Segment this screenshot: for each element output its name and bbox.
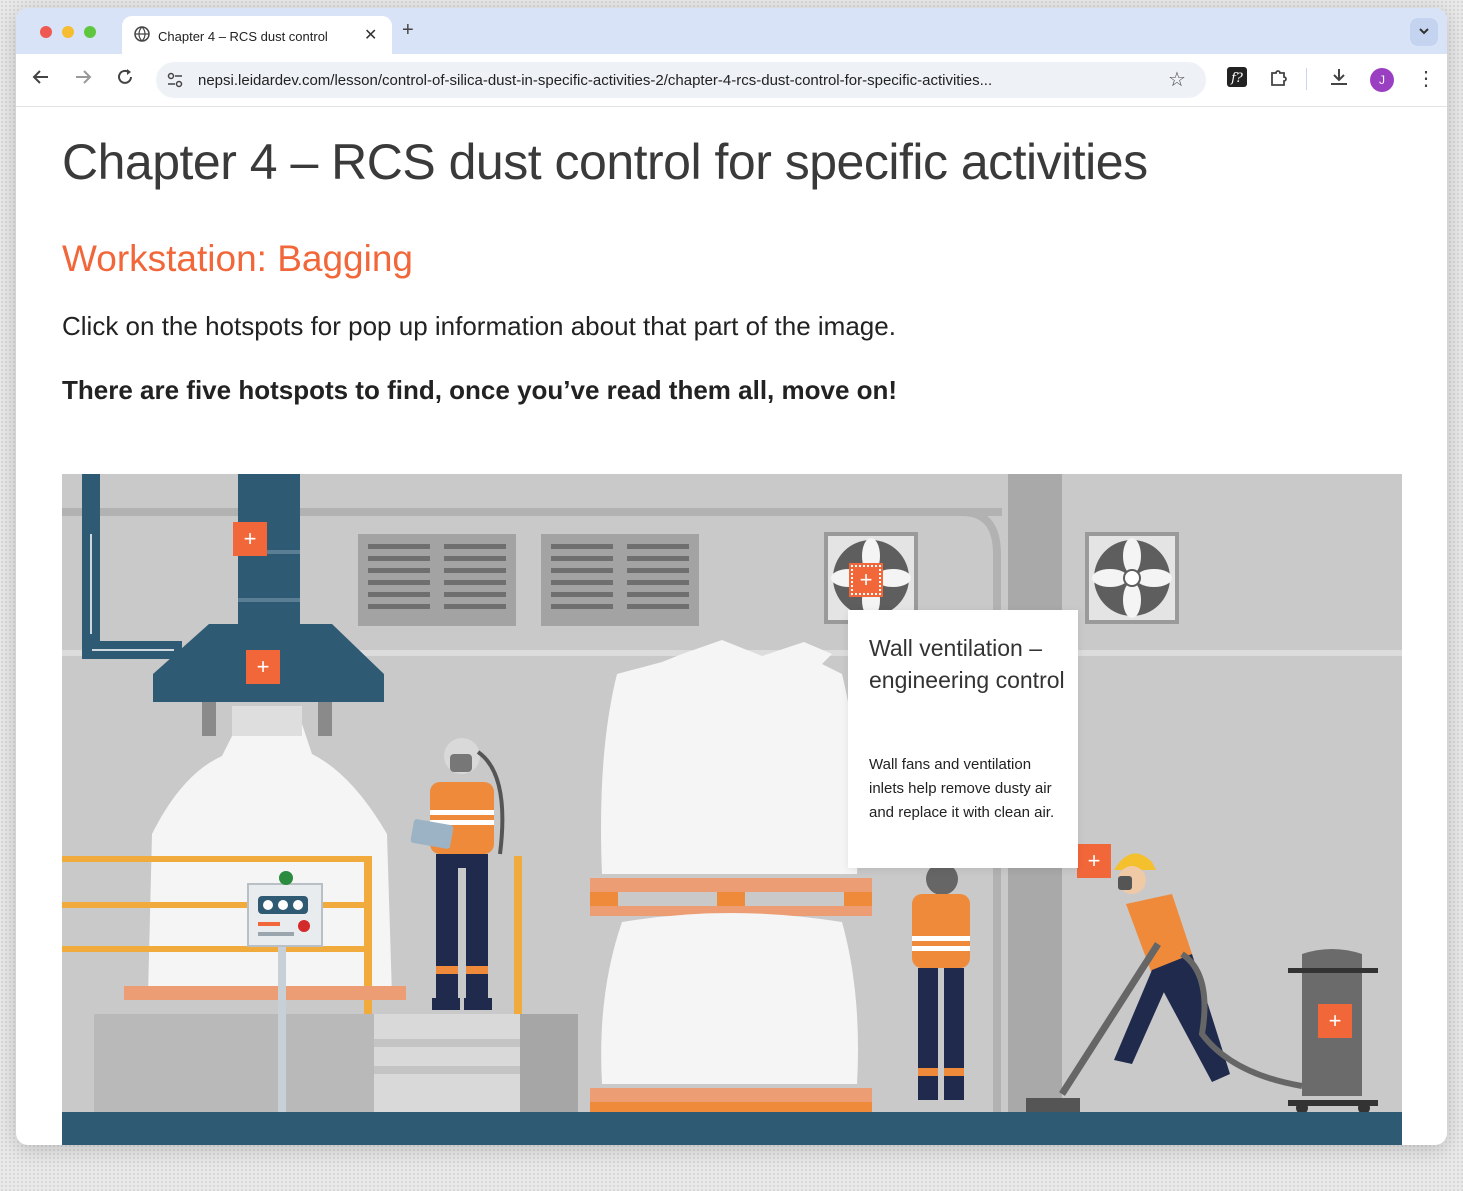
arrow-right-icon [76,70,92,84]
maximize-window-button[interactable] [84,26,96,38]
minimize-window-button[interactable] [62,26,74,38]
page-title: Chapter 4 – RCS dust control for specifi… [62,134,1148,190]
chevron-down-icon [1419,28,1429,35]
hotspot-vacuum[interactable]: + [1318,1004,1352,1038]
browser-toolbar: nepsi.leidardev.com/lesson/control-of-si… [16,54,1447,107]
svg-text:f?: f? [1230,71,1244,86]
browser-window: Chapter 4 – RCS dust control ✕ + nepsi.l… [16,8,1447,1145]
new-tab-button[interactable]: + [402,19,414,42]
workstation-scene-image [62,474,1402,1145]
forward-button[interactable] [74,68,92,92]
wall-vent-left [358,534,516,626]
section-subtitle: Workstation: Bagging [62,238,414,279]
extensions-puzzle-icon[interactable] [1268,66,1290,93]
page-content: Chapter 4 – RCS dust control for specifi… [16,107,1447,1145]
tab-title: Chapter 4 – RCS dust control [158,29,328,44]
close-window-button[interactable] [40,26,52,38]
toolbar-divider [1306,68,1307,90]
url-text: nepsi.leidardev.com/lesson/control-of-si… [198,72,993,89]
hotspot-extraction-hood[interactable]: + [246,650,280,684]
reload-icon [118,69,132,84]
tab-search-button[interactable] [1410,18,1438,46]
instruction-text: Click on the hotspots for pop up informa… [62,311,896,341]
wall-vent-right [541,534,699,626]
reload-button[interactable] [116,68,134,92]
tab-active[interactable]: Chapter 4 – RCS dust control ✕ [122,16,392,54]
back-button[interactable] [32,68,50,92]
hotspot-extraction-duct[interactable]: + [233,522,267,556]
tab-bar: Chapter 4 – RCS dust control ✕ + [16,8,1447,54]
tab-close-icon[interactable]: ✕ [364,25,377,45]
popup-title: Wall ventilation – engineering control [869,635,1065,693]
hotspot-popup: Wall ventilation – engineering control W… [848,610,1078,868]
more-menu-icon[interactable]: ⋮ [1416,66,1436,91]
bookmark-star-icon[interactable]: ☆ [1168,67,1186,92]
downloads-icon[interactable] [1328,66,1350,93]
site-settings-icon[interactable] [166,71,184,89]
profile-avatar[interactable]: J [1370,68,1394,92]
wall-fan-2 [1085,532,1179,624]
globe-icon [134,26,150,42]
arrow-left-icon [32,70,48,84]
popup-body: Wall fans and ventilation inlets help re… [869,756,1055,821]
font-extension-icon[interactable]: f? [1226,66,1248,93]
hotspot-wall-ventilation[interactable]: + [849,563,883,597]
address-bar[interactable]: nepsi.leidardev.com/lesson/control-of-si… [156,62,1206,98]
bagging-workstation-illustration: + + + + + Wall ventilation – engineering… [62,474,1402,1145]
instruction-bold-text: There are five hotspots to find, once yo… [62,375,898,405]
floor [62,1112,1402,1145]
hotspot-worker-ppe[interactable]: + [1077,844,1111,878]
